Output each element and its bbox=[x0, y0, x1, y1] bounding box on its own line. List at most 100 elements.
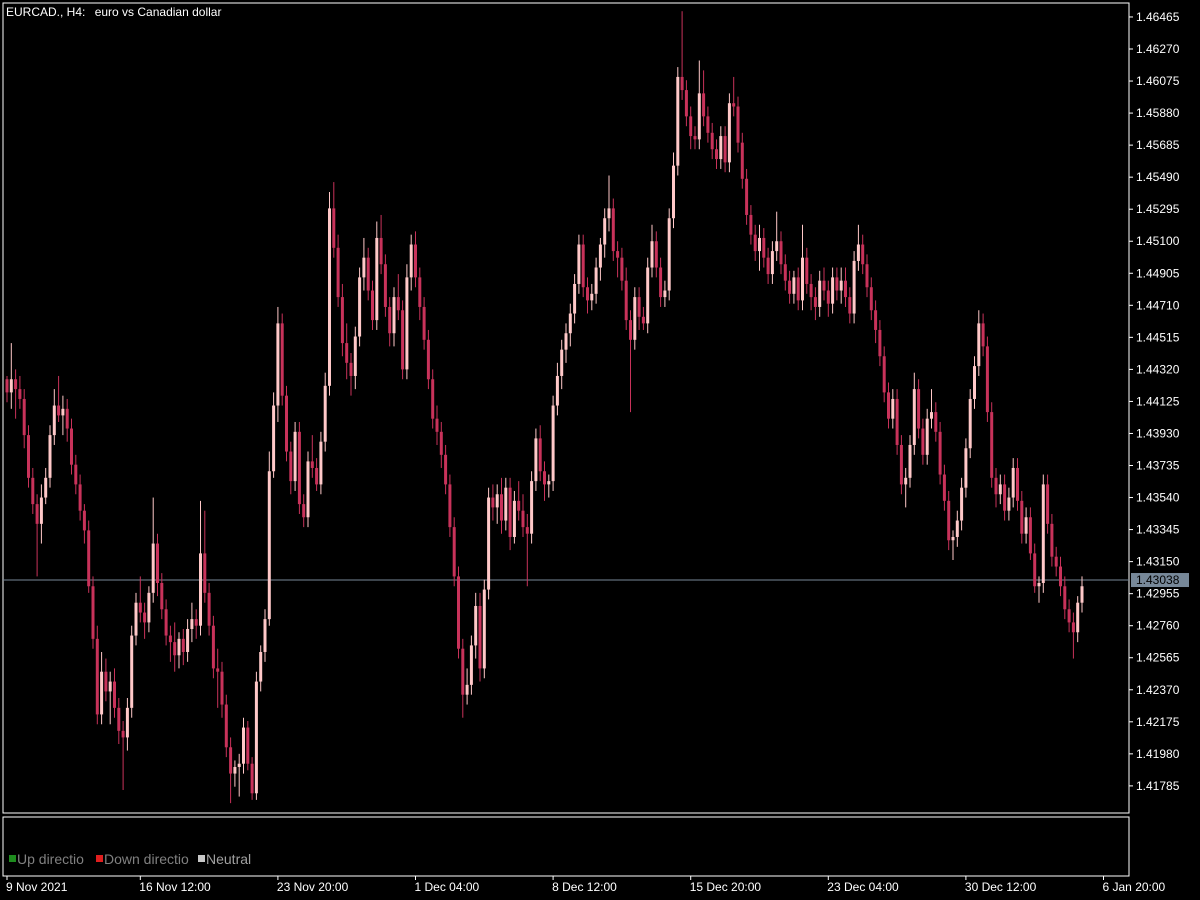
candle-body bbox=[147, 592, 151, 623]
candle-body bbox=[134, 602, 138, 636]
y-tick-label: 1.42760 bbox=[1136, 619, 1180, 633]
candle bbox=[452, 517, 456, 587]
candle-body bbox=[263, 619, 267, 652]
candle-body bbox=[792, 277, 796, 294]
candle-body bbox=[18, 389, 22, 399]
candle-body bbox=[749, 214, 753, 235]
candle-body bbox=[973, 366, 976, 399]
candle-body bbox=[1071, 622, 1075, 633]
candle-body bbox=[796, 277, 800, 301]
candle-body bbox=[500, 494, 503, 521]
candle-body bbox=[555, 375, 559, 406]
candle bbox=[676, 67, 680, 176]
candle-body bbox=[985, 346, 989, 413]
candle-body bbox=[91, 586, 95, 639]
candle-body bbox=[22, 398, 26, 436]
candle-body bbox=[822, 280, 826, 291]
y-tick-label: 1.46075 bbox=[1136, 74, 1180, 88]
candle-body bbox=[306, 461, 310, 518]
candle-body bbox=[233, 766, 237, 774]
price-axis[interactable]: 1.46465 1.46270 1.46075 1.45880 1.45685 1.454… bbox=[1129, 10, 1189, 793]
candle-body bbox=[1037, 582, 1041, 587]
y-tick: 1.41980 bbox=[1129, 747, 1180, 761]
candle-body bbox=[650, 241, 654, 268]
chart-canvas[interactable]: 1.46465 1.46270 1.46075 1.45880 1.45685 1.454… bbox=[0, 0, 1200, 900]
candle-body bbox=[594, 267, 598, 294]
candle-body bbox=[216, 668, 220, 672]
x-tick: 1 Dec 04:00 bbox=[415, 876, 480, 894]
candle-body bbox=[684, 90, 688, 117]
x-tick-label: 1 Dec 04:00 bbox=[415, 880, 480, 894]
candle-body bbox=[560, 349, 564, 376]
x-tick: 30 Dec 12:00 bbox=[965, 876, 1037, 894]
candle-body bbox=[1003, 484, 1007, 511]
candle-body bbox=[323, 385, 327, 442]
x-tick-label: 16 Nov 12:00 bbox=[139, 880, 211, 894]
candle-body bbox=[1011, 467, 1015, 498]
y-tick: 1.42760 bbox=[1129, 619, 1180, 633]
y-tick-label: 1.43930 bbox=[1136, 426, 1180, 440]
y-tick-label: 1.43150 bbox=[1136, 555, 1180, 569]
candle-body bbox=[44, 477, 48, 498]
candle-body bbox=[831, 277, 835, 304]
current-price-label: 1.43038 bbox=[1131, 573, 1189, 588]
candle-body bbox=[934, 412, 938, 432]
candle-body bbox=[353, 336, 357, 376]
candle-body bbox=[108, 681, 112, 692]
y-tick: 1.41785 bbox=[1129, 779, 1180, 793]
candle-body bbox=[156, 543, 159, 583]
y-tick: 1.43735 bbox=[1129, 459, 1180, 473]
indicator-subwindow-border bbox=[2, 816, 1130, 877]
candle bbox=[246, 720, 250, 771]
x-tick-label: 9 Nov 2021 bbox=[6, 880, 68, 894]
y-tick-label: 1.44125 bbox=[1136, 394, 1180, 408]
candle-body bbox=[770, 251, 774, 275]
time-axis[interactable]: 9 Nov 2021 16 Nov 12:00 23 Nov 20:00 1 Dec … bbox=[6, 876, 1166, 894]
candle bbox=[727, 93, 731, 173]
candle-body bbox=[689, 116, 693, 137]
candle-body bbox=[375, 237, 379, 321]
legend-item: Down directio bbox=[96, 851, 189, 867]
candle-body bbox=[474, 605, 478, 646]
candle-body bbox=[568, 313, 572, 334]
candle-body bbox=[844, 280, 847, 298]
candle-body bbox=[418, 277, 422, 307]
y-tick-label: 1.43345 bbox=[1136, 523, 1180, 537]
candle-body bbox=[220, 671, 224, 705]
candle-body bbox=[276, 323, 280, 406]
candle-body bbox=[521, 510, 525, 528]
candle-body bbox=[310, 461, 314, 468]
candle-body bbox=[702, 93, 706, 117]
y-tick-label: 1.45490 bbox=[1136, 170, 1180, 184]
candle-body bbox=[57, 405, 61, 416]
candle-body bbox=[1020, 500, 1024, 534]
candle-body bbox=[624, 280, 628, 321]
y-tick: 1.45880 bbox=[1129, 106, 1180, 120]
candle-body bbox=[52, 405, 56, 436]
candle-body bbox=[319, 441, 323, 485]
candle bbox=[267, 451, 271, 626]
x-tick: 23 Dec 04:00 bbox=[827, 876, 899, 894]
y-tick: 1.43150 bbox=[1129, 555, 1180, 569]
y-tick-label: 1.44905 bbox=[1136, 266, 1180, 280]
candle bbox=[87, 520, 91, 593]
candle-body bbox=[1067, 609, 1071, 623]
candle-body bbox=[259, 651, 263, 682]
candle-body bbox=[487, 497, 491, 590]
legend-swatch bbox=[96, 855, 103, 862]
candle-body bbox=[942, 474, 946, 501]
y-tick: 1.42565 bbox=[1129, 651, 1180, 665]
candle-body bbox=[203, 553, 207, 593]
candle-body bbox=[422, 306, 426, 340]
x-tick-label: 30 Dec 12:00 bbox=[965, 880, 1037, 894]
candle-body bbox=[14, 379, 18, 390]
candle-body bbox=[289, 451, 293, 482]
candle-body bbox=[9, 379, 13, 393]
candle-body bbox=[465, 684, 469, 695]
candle-body bbox=[61, 408, 65, 416]
candle-body bbox=[78, 484, 82, 511]
candle bbox=[990, 402, 994, 488]
candle-body bbox=[358, 277, 362, 337]
legend-label: Down directio bbox=[104, 851, 189, 867]
candle-body bbox=[517, 500, 521, 511]
